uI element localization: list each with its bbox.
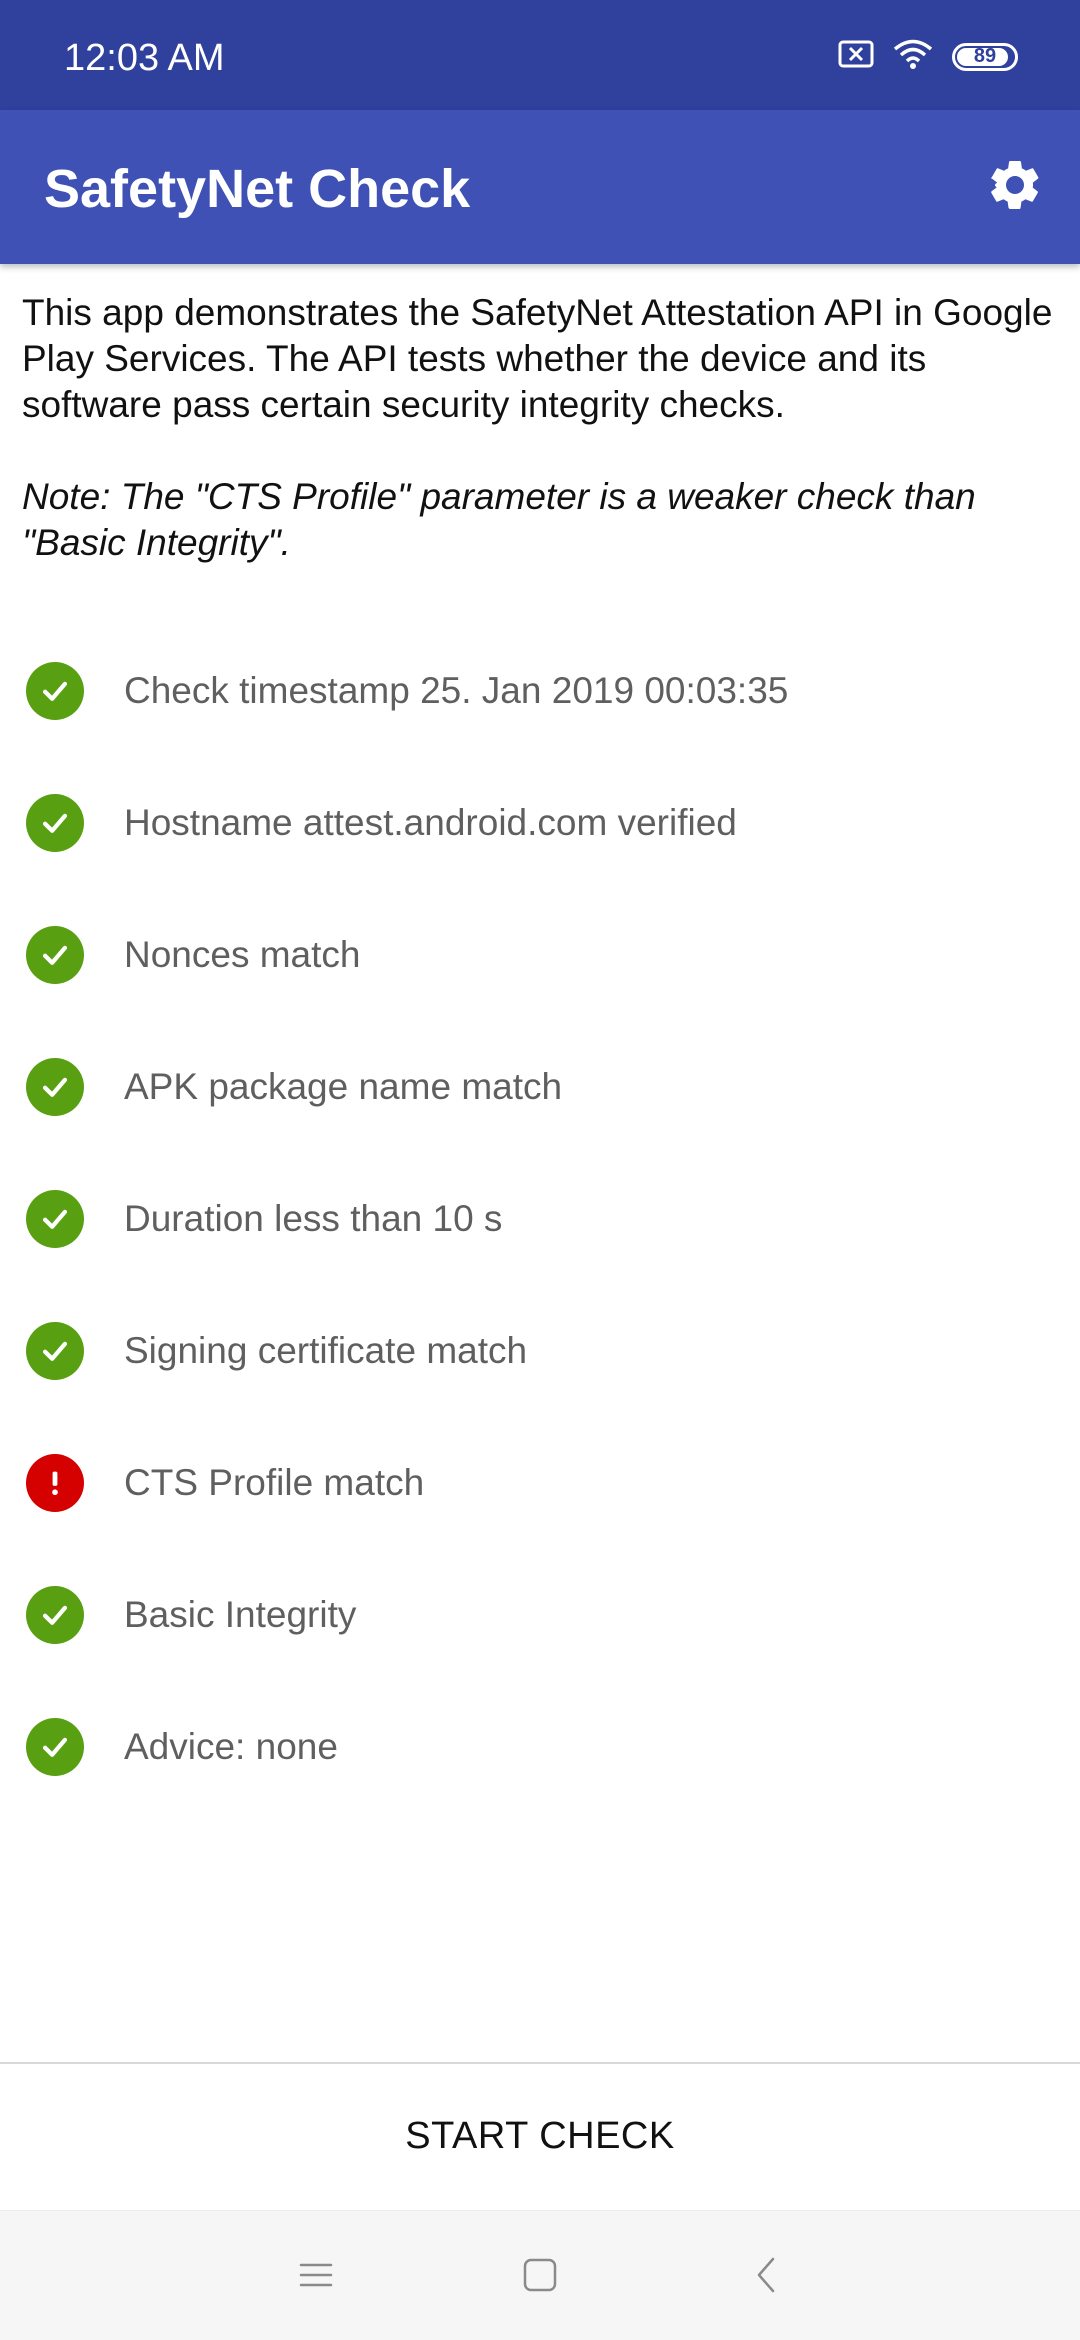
check-label: Basic Integrity — [124, 1594, 357, 1635]
status-time: 12:03 AM — [64, 37, 225, 79]
error-icon — [26, 1454, 84, 1512]
check-icon — [26, 1190, 84, 1248]
check-label: Signing certificate match — [124, 1330, 528, 1371]
list-item: Signing certificate match — [0, 1285, 1080, 1417]
check-label: Advice: none — [124, 1726, 338, 1767]
intro-text: This app demonstrates the SafetyNet Atte… — [22, 292, 1053, 425]
app-bar: SafetyNet Check — [0, 110, 1080, 264]
start-check-button[interactable]: START CHECK — [0, 2064, 1080, 2208]
check-label: Duration less than 10 s — [124, 1198, 503, 1239]
list-item: APK package name match — [0, 1021, 1080, 1153]
list-item: Basic Integrity — [0, 1549, 1080, 1681]
check-label: Check timestamp 25. Jan 2019 00:03:35 — [124, 670, 789, 711]
status-bar: 12:03 AM 89 — [0, 0, 1080, 110]
list-item: Check timestamp 25. Jan 2019 00:03:35 — [0, 625, 1080, 757]
check-icon — [26, 1718, 84, 1776]
check-label: Nonces match — [124, 934, 361, 975]
list-item: CTS Profile match — [0, 1417, 1080, 1549]
check-icon — [26, 1058, 84, 1116]
check-label: Hostname attest.android.com verified — [124, 802, 737, 843]
home-button[interactable] — [510, 2247, 570, 2307]
battery-level: 89 — [973, 45, 997, 67]
check-label: APK package name match — [124, 1066, 563, 1107]
app-title: SafetyNet Check — [44, 159, 471, 219]
status-icons: 89 — [838, 38, 1018, 75]
gear-icon — [985, 155, 1045, 220]
battery-icon: 89 — [952, 42, 1018, 71]
list-item: Duration less than 10 s — [0, 1153, 1080, 1285]
check-icon — [26, 926, 84, 984]
list-item: Hostname attest.android.com verified — [0, 757, 1080, 889]
menu-button[interactable] — [286, 2247, 346, 2307]
back-icon — [751, 2255, 781, 2300]
check-icon — [26, 1322, 84, 1380]
check-label: CTS Profile match — [124, 1462, 425, 1503]
back-button[interactable] — [736, 2247, 796, 2307]
nav-bar — [0, 2210, 1080, 2340]
menu-icon — [298, 2260, 334, 2295]
list-item: Advice: none — [0, 1681, 1080, 1813]
settings-button[interactable] — [980, 152, 1050, 222]
home-icon — [522, 2257, 558, 2298]
list-item: Nonces match — [0, 889, 1080, 1021]
check-icon — [26, 1586, 84, 1644]
check-icon — [26, 794, 84, 852]
note-text: Note: The "CTS Profile" parameter is a w… — [22, 476, 976, 563]
check-list: Check timestamp 25. Jan 2019 00:03:35 Ho… — [0, 625, 1080, 1813]
check-icon — [26, 662, 84, 720]
wifi-icon — [892, 38, 934, 75]
sim-error-icon — [838, 40, 874, 73]
